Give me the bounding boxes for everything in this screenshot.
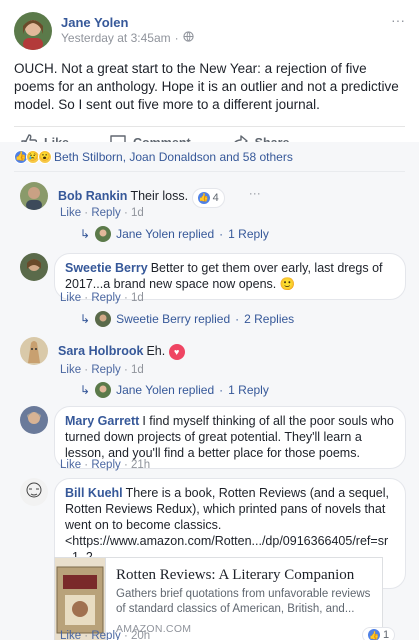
- comment-like-count[interactable]: 👍 4: [191, 188, 225, 208]
- reply-avatar: [95, 311, 112, 327]
- comment-age[interactable]: 21h: [131, 459, 150, 471]
- avatar[interactable]: [20, 406, 48, 434]
- link-card-title[interactable]: Rotten Reviews: A Literary Companion: [116, 566, 372, 584]
- meta-separator: ·: [174, 31, 179, 45]
- comment-reply-link[interactable]: Reply: [91, 292, 120, 304]
- comment-author[interactable]: Mary Garrett: [65, 414, 139, 428]
- comment-sara-holbrook: Sara Holbrook Eh. ♥: [20, 337, 195, 367]
- replied-by: Jane Yolen replied: [116, 227, 215, 241]
- comment-reply-link[interactable]: Reply: [91, 207, 120, 219]
- wow-reaction-icon: 😮: [38, 149, 52, 164]
- like-count: 4: [212, 192, 219, 204]
- link-preview-card[interactable]: Rotten Reviews: A Literary Companion Gat…: [54, 557, 383, 640]
- comment-like-link[interactable]: Like: [60, 207, 81, 219]
- comment-author[interactable]: Sara Holbrook: [58, 344, 143, 358]
- comment-age[interactable]: 1d: [131, 364, 144, 376]
- link-card-body: Rotten Reviews: A Literary Companion Gat…: [106, 558, 382, 640]
- reply-arrow-icon: ↳: [80, 383, 91, 397]
- post-timestamp[interactable]: Yesterday at 3:45am: [61, 31, 171, 46]
- comment-reply-link[interactable]: Reply: [91, 630, 120, 640]
- replies-row[interactable]: ↳ Sweetie Berry replied · 2 Replies: [80, 311, 294, 327]
- reply-arrow-icon: ↳: [80, 312, 91, 326]
- book-cover-image: [55, 558, 106, 640]
- comment-author[interactable]: Bill Kuehl: [65, 486, 123, 500]
- avatar[interactable]: [20, 253, 48, 281]
- heart-reaction-icon[interactable]: ♥: [168, 343, 185, 360]
- avatar[interactable]: [20, 182, 48, 210]
- smile-emoji-icon: 🙂: [279, 277, 296, 291]
- reply-count: 1 Reply: [228, 227, 269, 241]
- comment-menu-button[interactable]: ···: [249, 186, 261, 200]
- comment-like-link[interactable]: Like: [60, 630, 81, 640]
- link-card-description: Gathers brief quotations from unfavorabl…: [116, 588, 371, 615]
- comment-reply-link[interactable]: Reply: [91, 364, 120, 376]
- reply-avatar: [95, 226, 112, 242]
- comment-text: Eh.: [146, 344, 166, 358]
- comment-author[interactable]: Sweetie Berry: [65, 261, 148, 275]
- comment-age[interactable]: 1d: [131, 207, 144, 219]
- globe-icon[interactable]: [183, 31, 194, 46]
- comment-meta: Like · Reply · 21h: [60, 459, 151, 471]
- reply-count: 2 Replies: [244, 312, 295, 326]
- post-author[interactable]: Jane Yolen: [61, 14, 194, 31]
- reaction-icons: 👍 😢 😮: [14, 149, 52, 164]
- post-meta: Yesterday at 3:45am ·: [61, 31, 194, 46]
- comment-bubble: Sara Holbrook Eh. ♥: [54, 337, 195, 367]
- like-count: 1: [383, 629, 390, 640]
- comment-age[interactable]: 1d: [131, 292, 144, 304]
- reply-count: 1 Reply: [228, 383, 269, 397]
- comment-age[interactable]: 20h: [131, 630, 150, 640]
- comment-author[interactable]: Bob Rankin: [58, 189, 127, 203]
- comment-meta: Like · Reply · 1d: [60, 292, 144, 304]
- comment-reply-link[interactable]: Reply: [91, 459, 120, 471]
- comment-meta: Like · Reply · 1d: [60, 364, 144, 376]
- post-text: OUCH. Not a great start to the New Year:…: [14, 61, 399, 112]
- comment-meta: Like · Reply · 20h: [60, 630, 151, 640]
- post: Jane Yolen Yesterday at 3:45am · ··· OUC…: [0, 0, 419, 160]
- comment-meta: Like · Reply · 1d: [60, 207, 144, 219]
- replies-row[interactable]: ↳ Jane Yolen replied · 1 Reply: [80, 382, 269, 398]
- post-header: Jane Yolen Yesterday at 3:45am · ···: [14, 12, 405, 50]
- post-menu-button[interactable]: ···: [391, 12, 405, 28]
- link-card-source: AMAZON.COM: [116, 623, 192, 635]
- comment-like-link[interactable]: Like: [60, 364, 81, 376]
- author-avatar[interactable]: [14, 12, 52, 50]
- reactions-summary[interactable]: Beth Stilborn, Joan Donaldson and 58 oth…: [54, 150, 293, 164]
- comment-like-link[interactable]: Like: [60, 292, 81, 304]
- like-icon: 👍: [368, 629, 380, 640]
- reactions-bar[interactable]: 👍 😢 😮 Beth Stilborn, Joan Donaldson and …: [14, 142, 405, 172]
- replied-by: Jane Yolen replied: [116, 383, 215, 397]
- comment-like-count[interactable]: 👍 1: [362, 627, 396, 640]
- reply-arrow-icon: ↳: [80, 227, 91, 241]
- avatar[interactable]: [20, 337, 48, 365]
- comment-like-link[interactable]: Like: [60, 459, 81, 471]
- like-icon: 👍: [197, 192, 210, 204]
- reply-avatar: [95, 382, 112, 398]
- comment-text: Their loss.: [130, 189, 189, 203]
- avatar[interactable]: [20, 478, 48, 506]
- replies-row[interactable]: ↳ Jane Yolen replied · 1 Reply: [80, 226, 269, 242]
- replied-by: Sweetie Berry replied: [116, 312, 231, 326]
